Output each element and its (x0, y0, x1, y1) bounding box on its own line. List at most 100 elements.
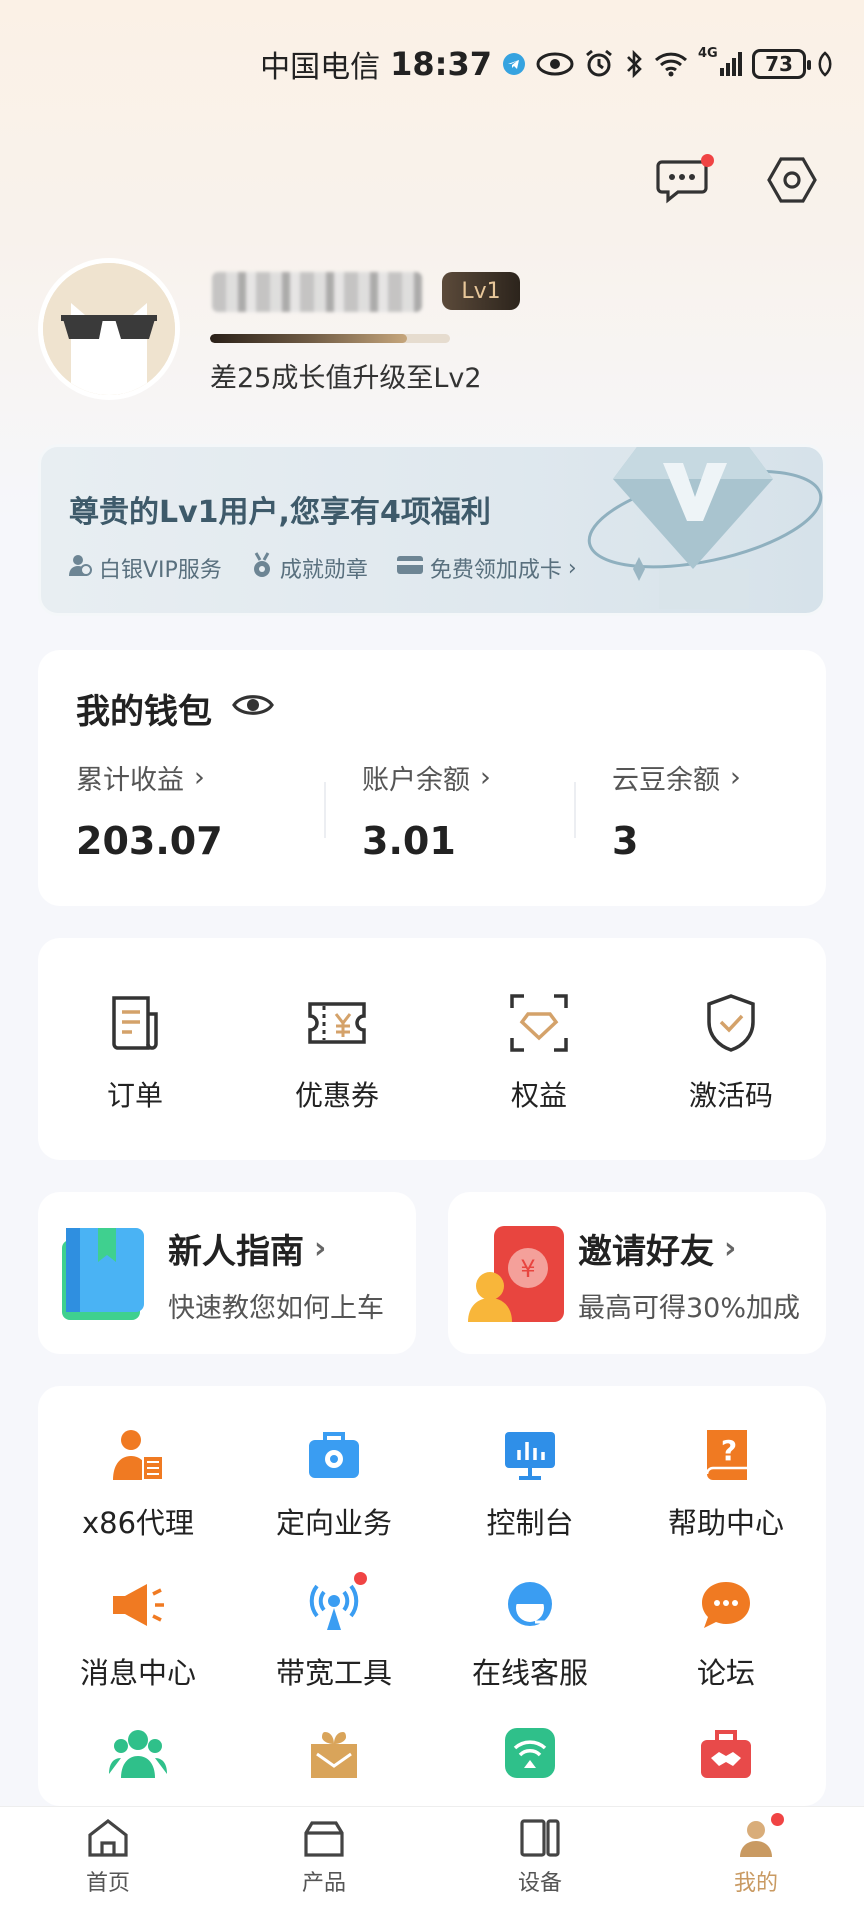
nav-devices[interactable]: 设备 (480, 1817, 600, 1897)
vip-benefit-label: 白银VIP服务 (99, 558, 222, 583)
service-label: 控制台 (486, 1506, 574, 1540)
nav-products[interactable]: 产品 (264, 1817, 384, 1897)
chevron-right-icon: › (730, 762, 741, 793)
alarm-icon (584, 49, 614, 79)
service-bandwidth-tool[interactable]: 带宽工具 (234, 1572, 434, 1692)
cooperation-icon (697, 1724, 755, 1786)
vip-title: 尊贵的Lv1用户,您享有4项福利 (69, 495, 491, 530)
card-icon (396, 554, 424, 582)
service-targeted-business[interactable]: 定向业务 (234, 1426, 434, 1542)
service-label: x86代理 (81, 1506, 195, 1540)
wallet-total-earnings[interactable]: 累计收益 › 203.07 (76, 758, 223, 863)
username-blurred (212, 272, 422, 312)
promo-title: 新人指南 › (168, 1224, 326, 1273)
service-forum[interactable]: 论坛 (626, 1576, 826, 1692)
promo-title-text: 新人指南 (168, 1232, 304, 1272)
unread-dot (701, 154, 714, 167)
service-online-support[interactable]: 在线客服 (430, 1576, 630, 1692)
bluetooth-icon (624, 49, 644, 79)
vip-benefit-label: 免费领加成卡 (429, 558, 562, 583)
wallet-value: 203.07 (76, 819, 223, 863)
level-badge[interactable]: Lv1 (442, 272, 520, 310)
vip-diamond-art-icon (573, 447, 823, 613)
nav-label: 我的 (733, 1871, 778, 1896)
avatar[interactable] (38, 258, 180, 400)
wallet-account-balance[interactable]: 账户余额 › 3.01 (362, 758, 491, 863)
svg-text:¥: ¥ (520, 1255, 535, 1283)
service-team[interactable] (38, 1724, 238, 1798)
eye-toggle-icon[interactable] (232, 689, 274, 729)
network-type: 4G (698, 46, 718, 61)
growth-progress-bar (210, 334, 450, 343)
wallet-label: 云豆余额 (612, 765, 720, 796)
wallet-value: 3 (612, 819, 639, 863)
bottom-navigation: 首页 产品 设备 我的 (0, 1806, 864, 1920)
wallet-value: 3.01 (362, 819, 456, 863)
service-message-center[interactable]: 消息中心 (38, 1576, 238, 1692)
leaf-icon (816, 51, 834, 77)
quick-action-label: 激活码 (688, 1079, 773, 1112)
quick-action-order[interactable]: 订单 (40, 992, 230, 1114)
console-icon (501, 1426, 559, 1488)
cellular-signal-icon: 4G (698, 46, 742, 78)
service-label: 在线客服 (471, 1656, 588, 1690)
cat-sunglasses-avatar-icon (43, 263, 175, 395)
promo-subtitle: 快速教您如何上车 (168, 1293, 384, 1324)
divider (574, 782, 576, 838)
vip-benefit-label: 成就勋章 (279, 558, 368, 583)
promo-title: 邀请好友 › (578, 1224, 736, 1273)
quick-action-label: 优惠券 (294, 1079, 379, 1112)
wallet-card: 我的钱包 累计收益 › 203.07 账户余额 › 3.01 云豆余额 › 3 (38, 650, 826, 906)
upgrade-hint: 差25成长值升级至Lv2 (210, 363, 482, 394)
chevron-right-icon: › (480, 762, 491, 793)
battery-indicator: 73 (752, 49, 811, 79)
coupon-icon (306, 992, 368, 1058)
chevron-right-icon: › (194, 762, 205, 793)
messages-button[interactable] (652, 152, 714, 212)
invite-friends-card[interactable]: ¥ 邀请好友 › 最高可得30%加成 (448, 1192, 826, 1354)
service-label: 带宽工具 (275, 1656, 392, 1690)
nav-home[interactable]: 首页 (48, 1817, 168, 1897)
nav-profile[interactable]: 我的 (696, 1813, 816, 1897)
service-help-center[interactable]: ? 帮助中心 (626, 1426, 826, 1542)
device-icon (518, 1817, 562, 1863)
quick-action-benefits[interactable]: 权益 (444, 992, 634, 1114)
wallet-title: 我的钱包 (76, 684, 274, 733)
forum-icon (697, 1576, 755, 1638)
settings-button[interactable] (762, 152, 822, 212)
activation-code-icon (700, 992, 762, 1058)
quick-action-coupon[interactable]: 优惠券 (242, 992, 432, 1114)
wallet-cloud-bean-balance[interactable]: 云豆余额 › 3 (612, 758, 741, 863)
service-gift[interactable] (234, 1724, 434, 1798)
chat-bubble-icon (656, 156, 708, 208)
vip-benefit-silver: 白银VIP服务 (67, 552, 222, 584)
growth-progress-fill (210, 334, 407, 343)
vip-benefit-card: 免费领加成卡 › (396, 552, 577, 584)
service-console[interactable]: 控制台 (430, 1426, 630, 1542)
gift-mail-icon (305, 1724, 363, 1786)
order-icon (104, 992, 166, 1058)
settings-hexagon-icon (766, 154, 818, 210)
profile-badge-dot (771, 1813, 784, 1826)
service-x86-proxy[interactable]: x86代理 (38, 1426, 238, 1542)
medal-icon (250, 551, 274, 585)
x86-proxy-icon (109, 1426, 167, 1488)
quick-action-activation-code[interactable]: 激活码 (636, 992, 826, 1114)
wifi-signal-icon (501, 1724, 559, 1786)
vip-benefit-list: 白银VIP服务 成就勋章 免费领加成卡 › (67, 551, 577, 585)
telegram-icon (502, 52, 526, 76)
wallet-title-text: 我的钱包 (76, 692, 212, 732)
nav-label: 产品 (301, 1871, 346, 1896)
targeted-business-icon (305, 1426, 363, 1488)
service-wifi[interactable] (430, 1724, 630, 1798)
newbie-guide-card[interactable]: 新人指南 › 快速教您如何上车 (38, 1192, 416, 1354)
service-label: 消息中心 (79, 1656, 196, 1690)
team-icon (109, 1724, 167, 1786)
promo-subtitle: 最高可得30%加成 (578, 1293, 801, 1324)
service-cooperation[interactable] (626, 1724, 826, 1798)
product-icon (302, 1817, 346, 1863)
profile-icon (734, 1813, 784, 1863)
vip-benefits-banner[interactable]: 尊贵的Lv1用户,您享有4项福利 白银VIP服务 成就勋章 免费领加成卡 › (38, 444, 826, 616)
carrier-name: 中国电信 (260, 50, 381, 85)
chevron-right-icon: › (724, 1231, 737, 1266)
